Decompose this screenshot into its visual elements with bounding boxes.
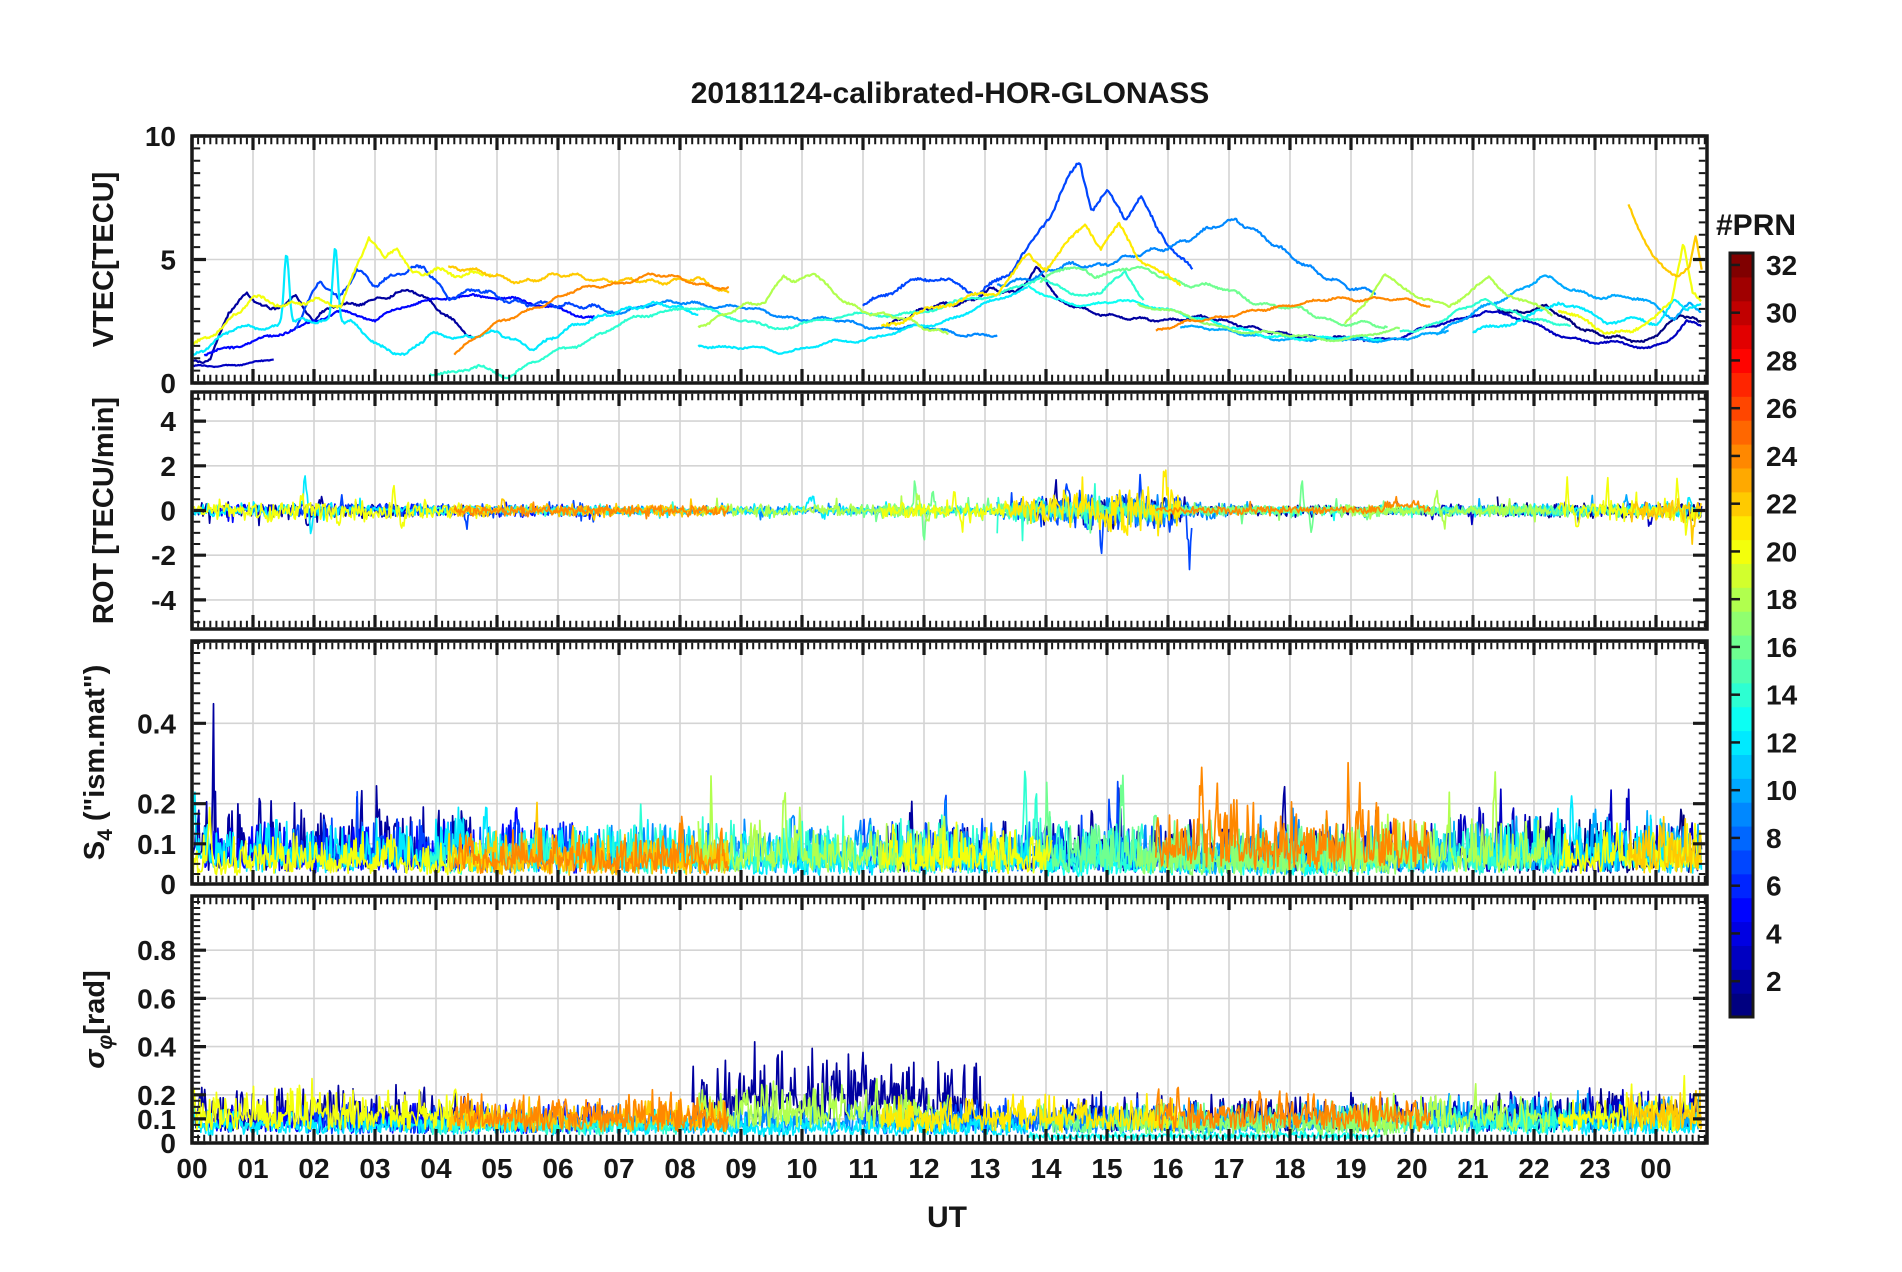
series-prn-12 — [191, 475, 700, 535]
colorbar-swatch — [1730, 372, 1753, 397]
x-tick-label: 03 — [359, 1153, 390, 1184]
x-tick-label: 22 — [1518, 1153, 1549, 1184]
colorbar-tick-label: 16 — [1766, 632, 1797, 663]
colorbar-title: #PRN — [1716, 209, 1796, 242]
x-tick-label: 17 — [1213, 1153, 1244, 1184]
x-tick-label: 10 — [786, 1153, 817, 1184]
x-tick-label: 11 — [848, 1153, 878, 1184]
x-tick-label: 23 — [1579, 1153, 1610, 1184]
figure: 0 5 10 VTEC[TECU] -4 -2 0 2 4 ROT [TECU/min] 0 0.1 0… — [0, 0, 1902, 1272]
series-prn-12 — [191, 248, 699, 357]
colorbar-tick-label: 6 — [1766, 871, 1782, 902]
colorbar-swatch — [1730, 611, 1753, 636]
colorbar-tick-label: 30 — [1766, 298, 1797, 329]
colorbar-tick-label: 24 — [1766, 441, 1798, 472]
x-tick-label: 02 — [298, 1153, 329, 1184]
series-prn-20 — [1557, 243, 1702, 335]
x-tick-label: 00 — [176, 1153, 207, 1184]
y-tick-label: 0.2 — [137, 1080, 176, 1111]
colorbar-swatch — [1730, 467, 1753, 493]
series-prn-20 — [191, 236, 491, 348]
colorbar-tick-label: 12 — [1766, 727, 1797, 758]
y-tick-label: 0 — [160, 869, 176, 900]
series-prn-22 — [448, 265, 730, 294]
colorbar-swatch — [1730, 802, 1753, 827]
colorbar-swatch — [1730, 945, 1753, 970]
y-axis-label-rot: ROT [TECU/min] — [88, 397, 120, 624]
x-tick-label: 16 — [1152, 1153, 1183, 1184]
y-tick-label: 0.2 — [137, 789, 176, 820]
colorbar-swatch — [1730, 563, 1753, 588]
colorbar-swatch — [1730, 515, 1753, 541]
x-tick-label: 08 — [664, 1153, 695, 1184]
series-prn-24 — [453, 272, 730, 356]
axes-layer — [190, 134, 1709, 1145]
series-prn-22 — [1627, 204, 1703, 278]
series-prn-13 — [1027, 284, 1383, 342]
series-prn-9 — [996, 217, 1377, 296]
colorbar-swatch — [1730, 849, 1753, 875]
colorbar-tick-label: 32 — [1766, 250, 1797, 281]
x-tick-label: 00 — [1640, 1153, 1671, 1184]
y-tick-label: 4 — [160, 406, 176, 437]
x-tick-label: 13 — [969, 1153, 1000, 1184]
colorbar-tick-label: 14 — [1766, 680, 1798, 711]
colorbar-swatch — [1730, 658, 1753, 684]
x-axis-label: UT — [927, 1201, 967, 1234]
colorbar-swatch — [1730, 993, 1753, 1018]
y-tick-label: 0.1 — [137, 829, 176, 860]
colorbar-tick-label: 4 — [1766, 918, 1782, 949]
y-axis-label-vtec: VTEC[TECU] — [88, 172, 120, 348]
colorbar-swatch — [1730, 324, 1753, 350]
x-tick-label: 20 — [1396, 1153, 1427, 1184]
colorbar-tick-label: 10 — [1766, 775, 1797, 806]
series-prn-3 — [1362, 310, 1702, 350]
x-tick-label: 19 — [1335, 1153, 1366, 1184]
y-tick-label: -2 — [151, 540, 176, 571]
y-tick-label: 0 — [160, 496, 176, 527]
x-tick-label: 14 — [1030, 1153, 1062, 1184]
x-tick-label: 12 — [908, 1153, 939, 1184]
colorbar-tick-label: 2 — [1766, 966, 1782, 997]
colorbar-tick-label: 26 — [1766, 393, 1797, 424]
series-prn-24 — [1155, 296, 1431, 332]
colorbar-tick-label: 8 — [1766, 823, 1782, 854]
x-tick-label: 05 — [481, 1153, 512, 1184]
colorbar-swatch — [1730, 897, 1753, 923]
series-prn-1 — [1496, 303, 1702, 344]
y-tick-label: 10 — [145, 121, 176, 152]
series-layer — [191, 162, 1703, 1141]
colorbar-swatch — [1730, 754, 1753, 779]
y-tick-label: 0.4 — [137, 708, 176, 739]
y-tick-label: 0 — [160, 368, 176, 399]
y-tick-label: 0.6 — [137, 983, 176, 1014]
y-tick-label: 0.8 — [137, 935, 176, 966]
x-tick-label: 21 — [1457, 1153, 1488, 1184]
colorbar: 2468101214161820222426283032 — [1728, 250, 1798, 1019]
y-tick-label: -4 — [151, 585, 176, 616]
x-tick-label: 18 — [1274, 1153, 1305, 1184]
colorbar-tick-label: 20 — [1766, 536, 1797, 567]
x-tick-label: 07 — [603, 1153, 634, 1184]
x-tick-label: 15 — [1091, 1153, 1122, 1184]
y-tick-label: 5 — [160, 245, 176, 276]
y-axis-label-s4: S4 ("ism.mat") — [79, 665, 117, 861]
colorbar-tick-label: 18 — [1766, 584, 1797, 615]
colorbar-swatch — [1730, 420, 1753, 445]
chart-canvas: 0510VTEC[TECU]-4-2024ROT [TECU/min]00.10… — [79, 77, 1798, 1234]
figure-title: 20181124-calibrated-HOR-GLONASS — [691, 77, 1210, 110]
x-tick-label: 09 — [725, 1153, 756, 1184]
y-tick-label: 0.4 — [137, 1032, 176, 1063]
x-tick-label: 01 — [237, 1153, 268, 1184]
y-axis-label-sigma_phi: σφ[rad] — [79, 970, 117, 1068]
colorbar-swatch — [1730, 276, 1753, 302]
labels-layer: 0510VTEC[TECU]-4-2024ROT [TECU/min]00.10… — [79, 121, 1672, 1184]
x-tick-label: 04 — [420, 1153, 452, 1184]
colorbar-tick-label: 28 — [1766, 345, 1797, 376]
series-prn-2 — [191, 288, 473, 364]
colorbar-swatch — [1730, 706, 1753, 732]
y-tick-label: 2 — [160, 451, 176, 482]
x-tick-label: 06 — [542, 1153, 573, 1184]
colorbar-tick-label: 22 — [1766, 489, 1797, 520]
